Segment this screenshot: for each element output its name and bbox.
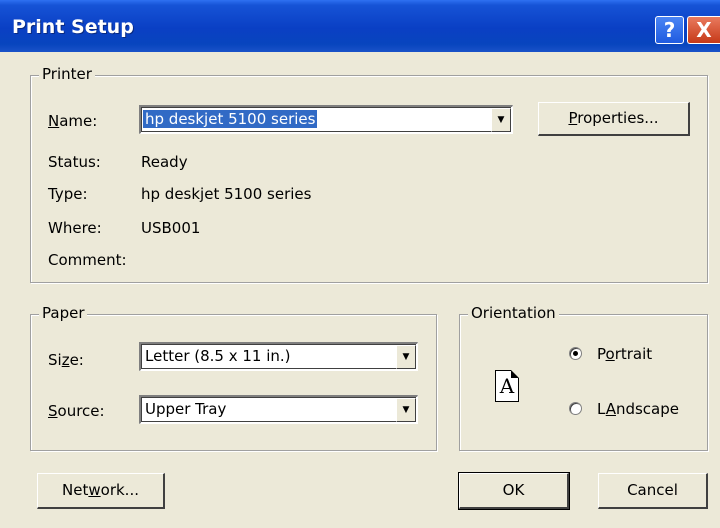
cancel-button[interactable]: Cancel [598, 473, 708, 509]
printer-legend: Printer [39, 65, 95, 83]
dropdown-arrow-icon[interactable]: ▼ [396, 398, 416, 422]
size-label: Size: [48, 351, 84, 369]
type-value: hp deskjet 5100 series [141, 185, 312, 203]
paper-source-value: Upper Tray [145, 400, 227, 418]
status-value: Ready [141, 153, 188, 171]
ok-button[interactable]: OK [458, 472, 570, 510]
paper-size-value: Letter (8.5 x 11 in.) [145, 347, 291, 365]
where-label: Where: [48, 219, 102, 237]
landscape-label[interactable]: LAndscape [597, 400, 679, 418]
printer-name-select[interactable]: hp deskjet 5100 series ▼ [139, 105, 513, 134]
source-label: Source: [48, 402, 105, 420]
paper-source-select[interactable]: Upper Tray ▼ [139, 395, 418, 424]
dropdown-arrow-icon[interactable]: ▼ [491, 108, 511, 132]
window-title: Print Setup [12, 16, 134, 38]
network-button[interactable]: Network... [37, 473, 165, 509]
comment-label: Comment: [48, 251, 127, 269]
status-label: Status: [48, 153, 101, 171]
portrait-radio[interactable] [569, 347, 582, 360]
portrait-label[interactable]: Portrait [597, 345, 652, 363]
orientation-legend: Orientation [468, 304, 559, 322]
type-label: Type: [48, 185, 88, 203]
paper-legend: Paper [39, 304, 88, 322]
name-label: Name: [48, 112, 98, 130]
close-icon[interactable]: X [687, 16, 720, 44]
where-value: USB001 [141, 219, 201, 237]
landscape-radio[interactable] [569, 402, 582, 415]
properties-button[interactable]: Properties... [538, 102, 690, 136]
dropdown-arrow-icon[interactable]: ▼ [396, 345, 416, 369]
paper-group: Paper [30, 304, 437, 451]
paper-size-select[interactable]: Letter (8.5 x 11 in.) ▼ [139, 342, 418, 371]
help-icon[interactable]: ? [655, 16, 684, 44]
portrait-page-icon: A [495, 370, 519, 402]
printer-name-value: hp deskjet 5100 series [143, 110, 318, 128]
title-bar[interactable]: Print Setup ? X [0, 0, 720, 52]
